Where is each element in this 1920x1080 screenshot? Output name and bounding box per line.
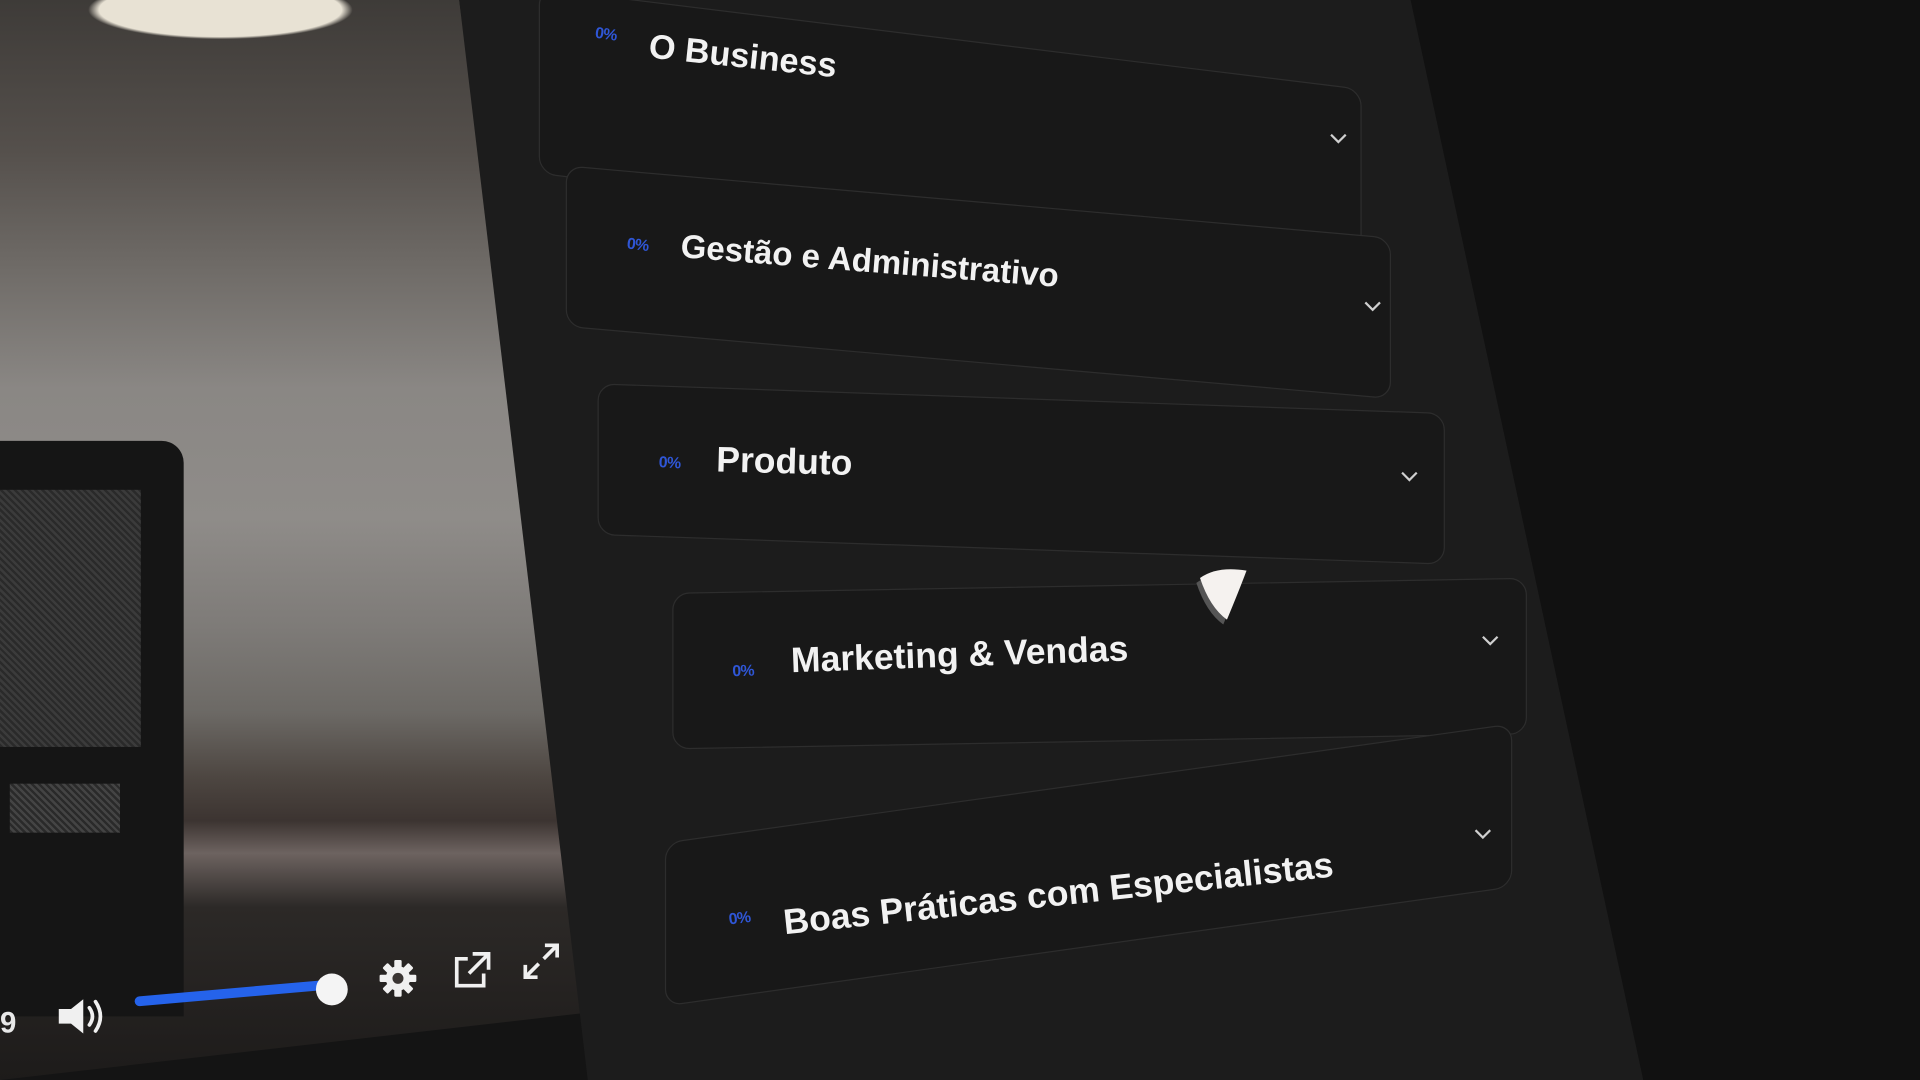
chevron-down-icon[interactable] [1364,300,1381,312]
mouse-cursor-icon [1196,569,1247,625]
module-progress: 0% [727,907,752,929]
screen: 9 0% O Business 0% Gestão e Administrati… [0,0,1920,1080]
chevron-down-icon[interactable] [1482,634,1499,646]
video-scene-screen-lower [9,783,121,833]
video-scene-screen [0,489,141,747]
module-progress: 0% [625,233,650,255]
volume-slider-handle[interactable] [315,973,348,1006]
module-progress: 0% [731,660,755,680]
module-progress: 0% [658,452,682,472]
module-title: Produto [715,440,853,484]
chevron-down-icon[interactable] [1474,828,1491,840]
expand-icon[interactable] [520,940,562,982]
speaker-icon[interactable] [56,994,110,1038]
external-link-icon[interactable] [451,949,493,991]
module-progress: 0% [593,23,619,45]
time-display: 9 [0,1006,17,1040]
gear-icon[interactable] [377,958,419,1000]
chevron-down-icon[interactable] [1401,470,1418,482]
chevron-down-icon[interactable] [1330,132,1347,144]
